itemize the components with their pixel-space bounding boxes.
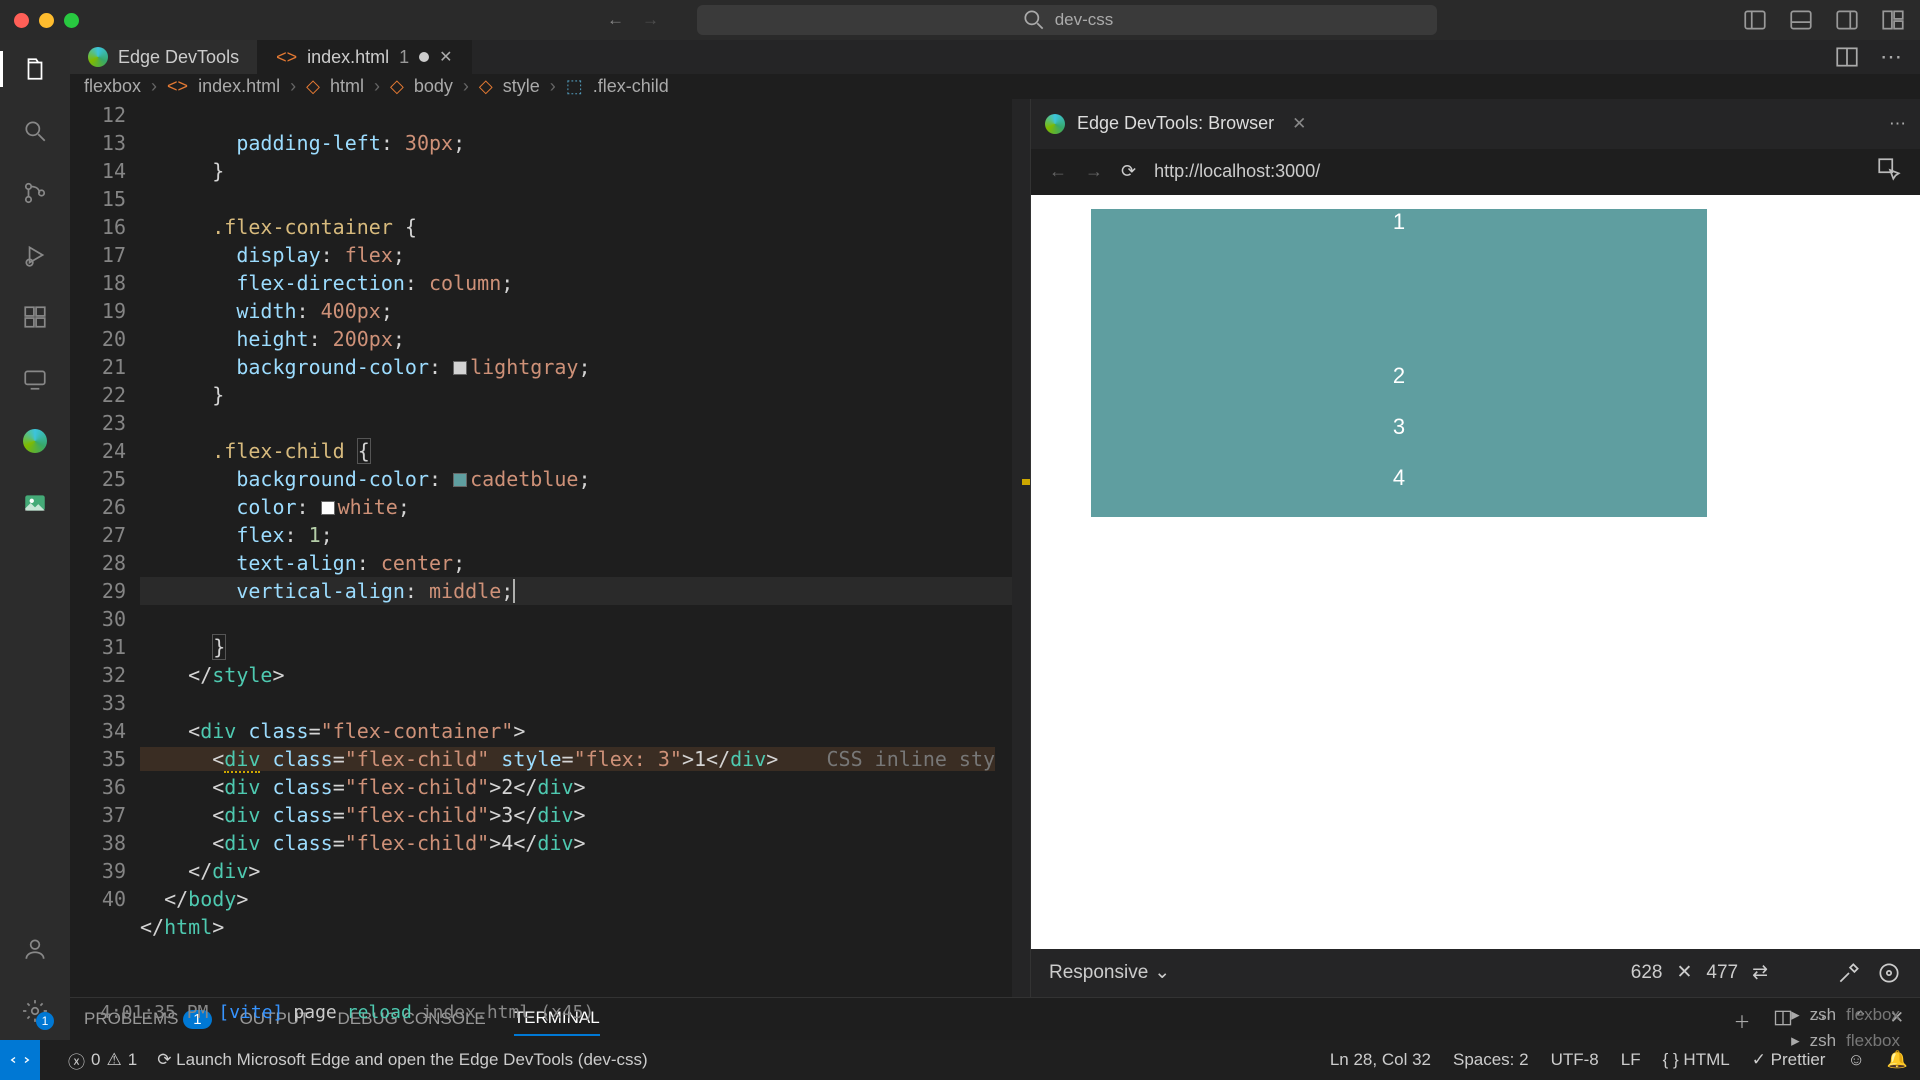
more-actions-icon[interactable]: ⋯ [1889, 114, 1906, 134]
edge-icon [88, 47, 108, 67]
browser-toolbar: ← → ⟳ http://localhost:3000/ [1031, 149, 1920, 195]
split-terminal-icon[interactable] [1773, 1008, 1793, 1033]
line-gutter: 1213141516171819202122232425262728293031… [70, 99, 140, 997]
status-errors[interactable]: ⓧ0⚠1 [68, 1048, 137, 1073]
inspect-icon[interactable] [1876, 156, 1902, 187]
devtools-tab-label[interactable]: Edge DevTools: Browser [1077, 113, 1274, 134]
breadcrumb[interactable]: flexbox› <>index.html› ◇html› ◇body› ◇st… [70, 74, 1920, 99]
selector-icon: ⬚ [566, 76, 583, 97]
window-controls [14, 13, 79, 28]
crumb-file[interactable]: index.html [198, 76, 280, 97]
tab-index-html[interactable]: <> index.html 1 ✕ [258, 40, 472, 74]
panel-right-icon[interactable] [1834, 7, 1860, 33]
close-window[interactable] [14, 13, 29, 28]
nav-back-icon[interactable]: ← [607, 10, 624, 30]
titlebar: ← → dev-css [0, 0, 1920, 40]
terminal-entry[interactable]: ▸zshflexbox [1791, 1028, 1900, 1054]
editor-tabs: Edge DevTools <> index.html 1 ✕ ⋯ [70, 40, 1920, 74]
explorer-icon[interactable] [20, 54, 50, 84]
run-debug-icon[interactable] [20, 240, 50, 270]
nav-forward-icon[interactable]: → [642, 10, 659, 30]
devtools-browser-pane: Edge DevTools: Browser ✕ ⋯ ← → ⟳ http://… [1030, 99, 1920, 997]
element-icon: ◇ [390, 76, 404, 97]
activity-bar: 1 [0, 40, 70, 1040]
search-text: dev-css [1055, 10, 1114, 30]
status-launch[interactable]: ⟳ Launch Microsoft Edge and open the Edg… [157, 1050, 648, 1070]
responsive-dropdown[interactable]: Responsive⌄ [1049, 961, 1170, 984]
rotate-icon[interactable]: ⇄ [1752, 961, 1768, 984]
warning-marker[interactable] [1022, 479, 1030, 485]
target-icon[interactable] [1876, 960, 1902, 986]
page-preview[interactable]: 1 2 3 4 [1031, 195, 1920, 949]
status-encoding[interactable]: UTF-8 [1551, 1050, 1599, 1070]
terminal-entry[interactable]: ▸zshflexbox [1791, 1002, 1900, 1028]
crumb-style[interactable]: style [503, 76, 540, 97]
preview-child-1: 1 [1091, 209, 1707, 363]
preview-child-3: 3 [1091, 414, 1707, 465]
code-content[interactable]: padding-left: 30px; } .flex-container { … [140, 99, 1012, 997]
status-spaces[interactable]: Spaces: 2 [1453, 1050, 1529, 1070]
html-file-icon: <> [167, 76, 188, 97]
image-icon[interactable] [20, 488, 50, 518]
crumb-selector[interactable]: .flex-child [593, 76, 669, 97]
preview-flex-container: 1 2 3 4 [1091, 209, 1707, 517]
close-tab-icon[interactable]: ✕ [439, 47, 452, 67]
chevron-down-icon: ⌄ [1154, 961, 1170, 984]
tab-label: Edge DevTools [118, 47, 239, 68]
source-control-icon[interactable] [20, 178, 50, 208]
minimap[interactable] [1012, 99, 1030, 997]
search-icon[interactable] [20, 116, 50, 146]
panel-left-icon[interactable] [1742, 7, 1768, 33]
close-tab-icon[interactable]: ✕ [1292, 114, 1306, 134]
extensions-icon[interactable] [20, 302, 50, 332]
eyedropper-icon[interactable] [1836, 960, 1862, 986]
account-icon[interactable] [20, 934, 50, 964]
panel-bottom-icon[interactable] [1788, 7, 1814, 33]
device-toolbar: Responsive⌄ 628 ✕ 477 ⇄ [1031, 949, 1920, 997]
viewport-height[interactable]: 477 [1706, 962, 1738, 984]
settings-badge: 1 [36, 1012, 54, 1030]
new-terminal-icon[interactable]: ＋ [1734, 1008, 1751, 1033]
browser-forward-icon[interactable]: → [1085, 161, 1103, 182]
settings-icon[interactable]: 1 [20, 996, 50, 1026]
status-bar: ⓧ0⚠1 ⟳ Launch Microsoft Edge and open th… [0, 1040, 1920, 1080]
remote-icon[interactable] [20, 364, 50, 394]
status-language[interactable]: { } HTML [1663, 1050, 1730, 1070]
search-icon [1021, 7, 1047, 33]
crumb-html[interactable]: html [330, 76, 364, 97]
element-icon: ◇ [306, 76, 320, 97]
tab-edge-devtools[interactable]: Edge DevTools [70, 40, 258, 74]
element-icon: ◇ [479, 76, 493, 97]
edge-icon[interactable] [20, 426, 50, 456]
dirty-indicator-icon [419, 52, 429, 62]
times-icon: ✕ [1676, 961, 1692, 984]
terminal-output[interactable]: 4:01:35 PM [vite] page reload index.html… [100, 1002, 594, 1023]
viewport-width[interactable]: 628 [1631, 962, 1663, 984]
tab-label: index.html [307, 47, 389, 68]
url-display[interactable]: http://localhost:3000/ [1154, 161, 1320, 182]
command-center[interactable]: dev-css [697, 5, 1437, 35]
more-actions-icon[interactable]: ⋯ [1880, 44, 1902, 70]
status-cursor[interactable]: Ln 28, Col 32 [1330, 1050, 1431, 1070]
zoom-window[interactable] [64, 13, 79, 28]
browser-back-icon[interactable]: ← [1049, 161, 1067, 182]
code-editor[interactable]: 1213141516171819202122232425262728293031… [70, 99, 1030, 997]
tab-dirty-count: 1 [399, 47, 409, 68]
crumb-project[interactable]: flexbox [84, 76, 141, 97]
split-editor-icon[interactable] [1834, 44, 1860, 70]
edge-icon [1045, 114, 1065, 134]
preview-child-2: 2 [1091, 363, 1707, 414]
remote-indicator[interactable] [0, 1040, 40, 1080]
preview-child-4: 4 [1091, 465, 1707, 516]
layout-icon[interactable] [1880, 7, 1906, 33]
reload-icon[interactable]: ⟳ [1121, 161, 1136, 182]
minimize-window[interactable] [39, 13, 54, 28]
html-file-icon: <> [276, 47, 297, 68]
status-eol[interactable]: LF [1621, 1050, 1641, 1070]
crumb-body[interactable]: body [414, 76, 453, 97]
terminal-list: ▸zshflexbox ▸zshflexbox [1791, 1002, 1900, 1054]
